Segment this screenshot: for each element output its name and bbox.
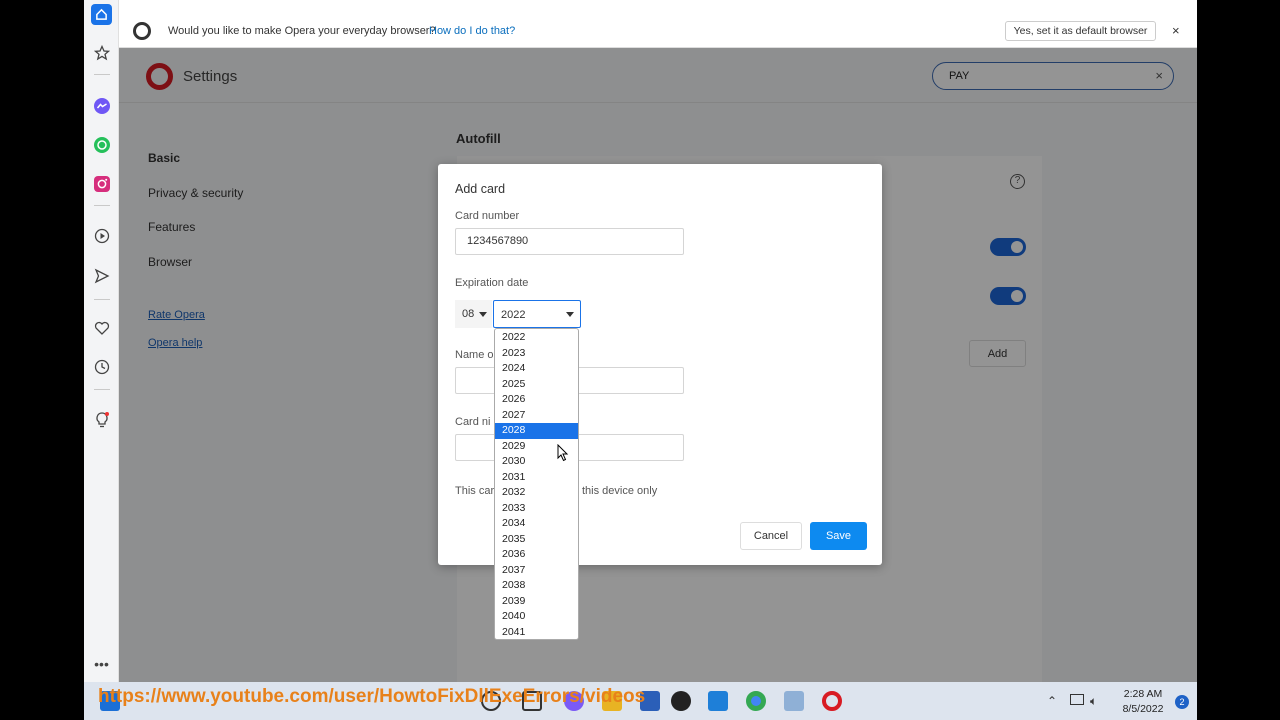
chevron-down-icon	[479, 312, 487, 317]
opera-taskbar-icon[interactable]	[822, 691, 842, 711]
card-number-field[interactable]: 1234567890	[455, 228, 684, 255]
network-icon[interactable]	[1070, 694, 1084, 705]
year-option[interactable]: 2026	[495, 392, 578, 408]
set-default-button[interactable]: Yes, set it as default browser	[1005, 21, 1156, 41]
send-icon[interactable]	[91, 265, 112, 286]
date-text: 8/5/2022	[1122, 703, 1164, 715]
year-option[interactable]: 2031	[495, 470, 578, 486]
year-option[interactable]: 2027	[495, 408, 578, 424]
media-player-icon[interactable]	[671, 691, 691, 711]
card-nickname-label: Card ni	[455, 416, 491, 428]
taskbar: https://www.youtube.com/user/HowtoFixDll…	[84, 682, 1197, 720]
year-option[interactable]: 2040	[495, 609, 578, 625]
chart-app-icon[interactable]	[784, 691, 804, 711]
sidebar-divider	[94, 389, 110, 390]
how-to-link[interactable]: How do I do that?	[429, 25, 515, 37]
watermark-url: https://www.youtube.com/user/HowtoFixDll…	[98, 686, 646, 707]
default-browser-infobar: Would you like to make Opera your everyd…	[119, 14, 1197, 48]
whatsapp-icon[interactable]	[91, 134, 112, 155]
year-option[interactable]: 2039	[495, 594, 578, 610]
storage-note-end: this device only	[582, 485, 658, 497]
year-option[interactable]: 2023	[495, 346, 578, 362]
sidebar-divider	[94, 74, 110, 75]
year-option[interactable]: 2028	[495, 423, 578, 439]
year-dropdown-list[interactable]: 2022 2023 2024 2025 2026 2027 2028 2029 2030 2031…	[494, 328, 579, 640]
mouse-cursor-icon	[557, 443, 569, 467]
volume-icon[interactable]: 🔈︎	[1090, 694, 1097, 709]
history-icon[interactable]	[91, 356, 112, 377]
year-option[interactable]: 2038	[495, 578, 578, 594]
notification-badge[interactable]: 2	[1175, 695, 1189, 709]
heart-icon[interactable]	[91, 317, 112, 338]
name-on-card-label: Name o	[455, 349, 494, 361]
year-option[interactable]: 2036	[495, 547, 578, 563]
year-option[interactable]: 2037	[495, 563, 578, 579]
home-icon[interactable]	[91, 4, 112, 25]
opera-sidebar: •••	[84, 0, 119, 682]
year-option[interactable]: 2035	[495, 532, 578, 548]
month-value: 08	[462, 308, 475, 320]
cancel-button[interactable]: Cancel	[740, 522, 802, 550]
year-option[interactable]: 2024	[495, 361, 578, 377]
year-option[interactable]: 2022	[495, 330, 578, 346]
sidebar-divider	[94, 205, 110, 206]
chevron-up-icon[interactable]: ⌃	[1047, 694, 1057, 708]
chevron-down-icon	[566, 312, 574, 317]
dialog-title: Add card	[455, 182, 506, 196]
close-icon[interactable]: ×	[1172, 23, 1180, 38]
screen: ••• Would you like to make Opera your ev…	[84, 0, 1197, 720]
card-number-label: Card number	[455, 210, 520, 222]
messenger-icon[interactable]	[91, 95, 112, 116]
expiration-label: Expiration date	[455, 277, 529, 289]
year-option[interactable]: 2033	[495, 501, 578, 517]
sidebar-divider	[94, 299, 110, 300]
more-icon[interactable]: •••	[91, 653, 112, 674]
month-select[interactable]: 08	[455, 300, 492, 328]
year-option[interactable]: 2025	[495, 377, 578, 393]
year-option[interactable]: 2032	[495, 485, 578, 501]
storage-note-start: This car	[455, 485, 495, 497]
activity-app-icon[interactable]	[708, 691, 728, 711]
bookmarks-icon[interactable]	[91, 42, 112, 63]
time-text: 2:28 AM	[1123, 688, 1163, 700]
instagram-icon[interactable]	[91, 173, 112, 194]
player-icon[interactable]	[91, 225, 112, 246]
year-value: 2022	[501, 309, 526, 321]
year-option[interactable]: 2034	[495, 516, 578, 532]
clock[interactable]: 2:28 AM 8/5/2022	[1118, 687, 1168, 717]
opera-logo-icon	[133, 22, 151, 40]
year-select[interactable]: 2022	[493, 300, 581, 328]
year-option[interactable]: 2041	[495, 625, 578, 640]
chrome-icon[interactable]	[746, 691, 766, 711]
lightbulb-icon[interactable]	[91, 409, 112, 430]
infobar-message: Would you like to make Opera your everyd…	[168, 25, 436, 37]
save-button[interactable]: Save	[810, 522, 867, 550]
